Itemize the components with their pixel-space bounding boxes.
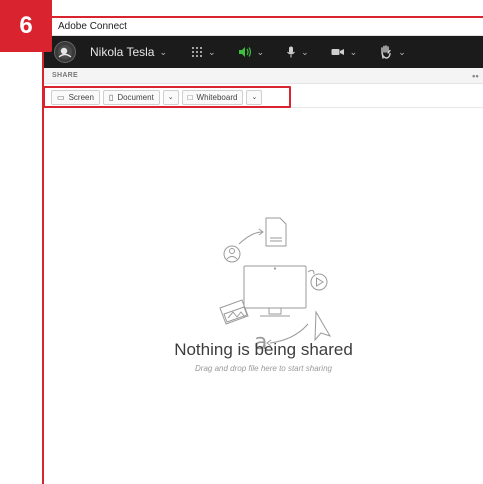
chevron-down-icon: ⌄: [398, 46, 406, 57]
chevron-down-icon: ⌄: [256, 46, 265, 57]
share-options-highlight: ▭ Screen ▯ Document ⌄ □ Whiteboard ⌄: [43, 86, 291, 108]
speaker-menu-button[interactable]: ⌄: [238, 46, 265, 58]
share-screen-label: Screen: [68, 92, 94, 102]
share-whiteboard-label: Whiteboard: [196, 92, 238, 102]
camera-icon: [331, 49, 344, 55]
adobe-connect-window: Adobe Connect Nikola Tesla ⌄ ⌄ ⌄ ⌄ ⌄ ⌄ S…: [43, 18, 483, 484]
whiteboard-dropdown-button[interactable]: ⌄: [246, 89, 263, 105]
user-menu[interactable]: Nikola Tesla ⌄: [90, 45, 167, 59]
share-toolbar: ▭ Screen ▯ Document ⌄ □ Whiteboard ⌄: [43, 84, 483, 108]
window-titlebar: Adobe Connect: [44, 18, 483, 36]
chevron-down-icon: ⌄: [349, 46, 358, 57]
share-pod-header: SHARE ••: [44, 68, 483, 84]
speaker-icon: [238, 47, 251, 57]
microphone-icon: [287, 46, 296, 58]
user-avatar-icon: [58, 45, 72, 59]
page: Adobe Connect Nikola Tesla ⌄ ⌄ ⌄ ⌄ ⌄ ⌄ S…: [0, 0, 483, 484]
empty-state-subtitle: Drag and drop file here to start sharing: [195, 364, 332, 373]
step-badge: 6: [0, 0, 52, 52]
raise-hand-menu-button[interactable]: ⌄: [379, 45, 406, 59]
empty-state-title: Nothing is being shared: [174, 340, 353, 359]
empty-state-illustration-icon: a: [219, 217, 332, 351]
share-document-button[interactable]: ▯ Document: [102, 89, 160, 105]
share-document-label: Document: [117, 92, 154, 102]
monitor-icon: ▭: [57, 92, 65, 102]
meeting-toolbar: Nikola Tesla ⌄ ⌄ ⌄ ⌄ ⌄ ⌄: [44, 36, 483, 68]
share-screen-button[interactable]: ▭ Screen: [51, 89, 100, 105]
apps-grid-icon: [192, 47, 203, 57]
whiteboard-icon: □: [187, 92, 193, 102]
chevron-down-icon: ⌄: [159, 46, 168, 57]
raise-hand-icon: [381, 45, 391, 59]
avatar[interactable]: [54, 41, 76, 63]
camera-menu-button[interactable]: ⌄: [331, 46, 358, 58]
chevron-down-icon: ⌄: [301, 46, 309, 57]
chevron-down-icon: ⌄: [208, 46, 216, 57]
user-name: Nikola Tesla: [90, 45, 155, 59]
share-pod-title: SHARE: [52, 72, 79, 79]
layouts-menu-button[interactable]: ⌄: [191, 46, 216, 58]
share-whiteboard-button[interactable]: □ Whiteboard: [181, 89, 244, 105]
pod-options-icon[interactable]: ••: [472, 71, 479, 81]
document-dropdown-button[interactable]: ⌄: [162, 89, 179, 105]
microphone-menu-button[interactable]: ⌄: [286, 46, 309, 58]
window-title: Adobe Connect: [58, 21, 127, 32]
chevron-down-icon: ⌄: [251, 94, 258, 101]
chevron-down-icon: ⌄: [167, 94, 174, 101]
document-icon: ▯: [108, 92, 114, 102]
